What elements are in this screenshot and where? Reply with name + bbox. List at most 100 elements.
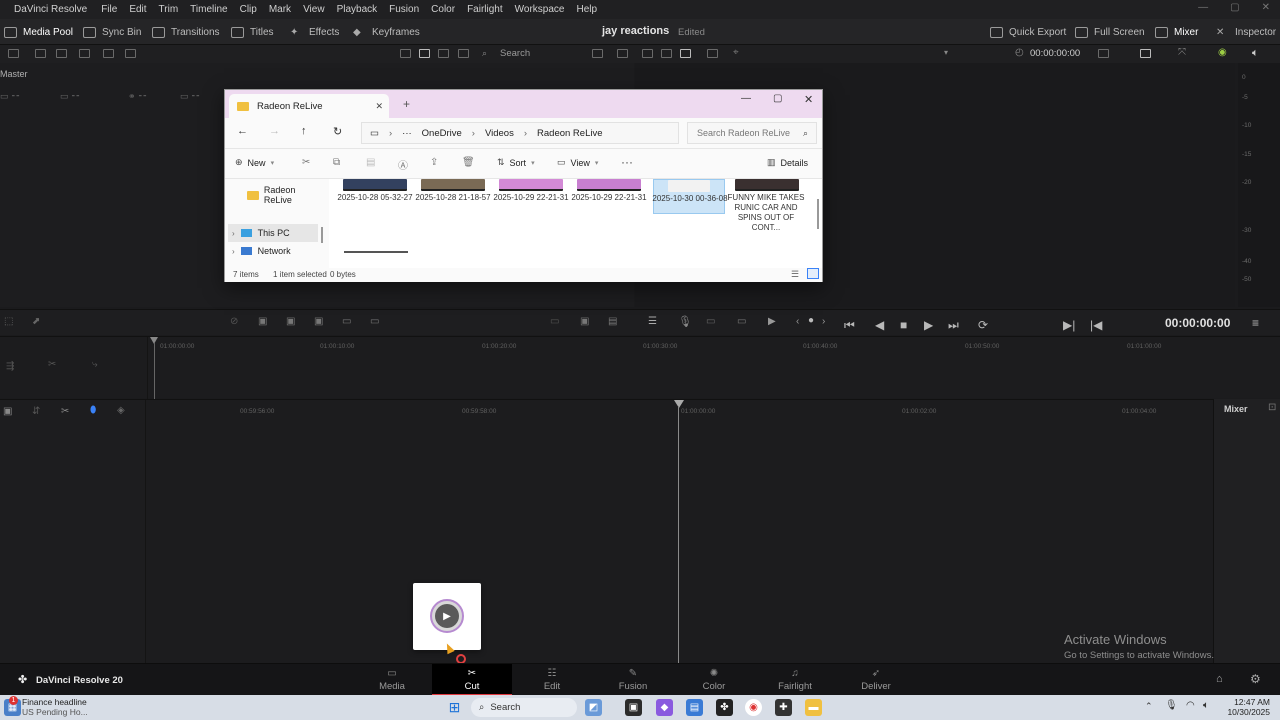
scissors-icon[interactable]: ✂: [48, 359, 56, 370]
file-explorer-icon[interactable]: ▬: [805, 699, 822, 716]
home-icon[interactable]: ⌂: [1216, 673, 1223, 685]
go-to-end-icon[interactable]: ⏭︎: [948, 318, 959, 333]
content-scrollbar[interactable]: [817, 199, 819, 229]
menu-timeline[interactable]: Timeline: [184, 4, 233, 15]
snapshot-icon[interactable]: ▣: [580, 316, 589, 327]
menu-workspace[interactable]: Workspace: [509, 4, 571, 15]
bin-toggle-icon[interactable]: ▭ ⁃⁃: [0, 91, 20, 102]
append-icon[interactable]: ▣: [258, 316, 267, 327]
color-wheel-icon[interactable]: ◉: [1218, 47, 1227, 58]
quick-export-button[interactable]: Quick Export: [990, 19, 1066, 45]
explorer-search-field[interactable]: Search Radeon ReLive ⌕: [687, 122, 817, 144]
minimize-icon[interactable]: —: [741, 93, 751, 104]
explorer-titlebar[interactable]: Radeon ReLive ✕ + — ▢ ✕: [225, 90, 822, 118]
upper-playhead[interactable]: [154, 343, 155, 399]
loop-playback-icon[interactable]: ⟳: [978, 318, 988, 332]
tiles-view-icon[interactable]: [807, 268, 819, 279]
play-icon[interactable]: ▶︎: [924, 318, 933, 332]
explorer-file-list[interactable]: 2025-10-28 05-32-27 2025-10-28 21-18-57 …: [329, 179, 822, 268]
new-tab-icon[interactable]: +: [403, 97, 410, 111]
link-icon[interactable]: [125, 49, 136, 58]
bin-icon[interactable]: [8, 49, 19, 58]
menu-color[interactable]: Color: [425, 4, 461, 15]
audio-track-icon[interactable]: ⇵: [32, 406, 40, 417]
sort-button[interactable]: ⇅ Sort ▾: [497, 157, 535, 168]
mixer-button[interactable]: Mixer: [1155, 19, 1198, 45]
mixer-expand-icon[interactable]: ⊡: [1268, 402, 1276, 413]
new-button[interactable]: ⊕ New ▾: [235, 157, 274, 168]
viewer-mode3-icon[interactable]: [680, 49, 691, 58]
clip-marker-icon[interactable]: ●: [808, 315, 814, 326]
audio-scrub-icon[interactable]: ▭: [706, 316, 715, 327]
sliders-icon[interactable]: ☰: [648, 316, 657, 327]
file-item[interactable]: FUNNY MIKE TAKES RUNIC CAR AND SPINS OUT…: [727, 179, 805, 239]
source-overwrite-icon[interactable]: ▭: [370, 316, 379, 327]
menu-file[interactable]: File: [95, 4, 123, 15]
scissors-icon[interactable]: ✂: [61, 406, 69, 417]
menu-view[interactable]: View: [297, 4, 331, 15]
task-view-icon[interactable]: ▣: [625, 699, 642, 716]
upper-timeline[interactable]: ⇶ ✂ ⤷ 01:00:00:00 01:00:10:00 01:00:20:0…: [0, 336, 1280, 399]
resolve-app-icon[interactable]: ✚: [775, 699, 792, 716]
file-item-selected[interactable]: 2025-10-30 00-36-08: [652, 179, 728, 214]
paste-icon[interactable]: ▤: [366, 157, 375, 168]
chevron-right-icon[interactable]: ›: [232, 247, 235, 256]
tray-chevron-icon[interactable]: ⌃: [1145, 701, 1153, 712]
page-tab-fairlight[interactable]: ♫ Fairlight: [755, 664, 835, 696]
close-up-icon[interactable]: ▣: [314, 316, 323, 327]
sidebar-item-this-pc[interactable]: › This PC: [228, 224, 318, 242]
close-icon[interactable]: ✕: [1262, 2, 1270, 13]
media-pool-button[interactable]: Media Pool: [4, 19, 73, 45]
maximize-icon[interactable]: ▢: [773, 93, 782, 104]
list-view-icon[interactable]: [438, 49, 449, 58]
delete-icon[interactable]: 🗑︎: [462, 157, 475, 168]
sync-icon[interactable]: [79, 49, 90, 58]
timeline-view-icon[interactable]: ▣: [3, 406, 12, 417]
page-tab-fusion[interactable]: ✎ Fusion: [593, 664, 673, 696]
widgets-icon[interactable]: ◩: [585, 699, 602, 716]
details-view-icon[interactable]: ☰: [791, 269, 799, 280]
loop-icon[interactable]: ▭: [737, 316, 746, 327]
import-icon[interactable]: [35, 49, 46, 58]
view-button[interactable]: ▭ View ▾: [557, 157, 598, 168]
crop-icon[interactable]: ⬚: [4, 316, 13, 327]
page-tab-deliver[interactable]: ➶ Deliver: [836, 664, 916, 696]
split-icon[interactable]: ▭: [550, 316, 559, 327]
file-item-partial[interactable]: [344, 251, 408, 257]
next-clip-icon[interactable]: ›: [822, 316, 825, 327]
menu-fusion[interactable]: Fusion: [383, 4, 425, 15]
viewer-mode2-icon[interactable]: [661, 49, 672, 58]
page-tab-color[interactable]: ✺ Color: [674, 664, 754, 696]
full-screen-button[interactable]: Full Screen: [1075, 19, 1145, 45]
metadata-icon[interactable]: ▭ ⁃⁃: [60, 91, 80, 102]
windows-start-icon[interactable]: ⊞: [446, 699, 463, 716]
volume-icon[interactable]: 🔈︎: [1252, 47, 1259, 60]
cut-icon[interactable]: ✂: [302, 157, 310, 168]
file-item[interactable]: 2025-10-29 22-21-31: [485, 179, 569, 227]
search-label[interactable]: Search: [500, 48, 530, 59]
page-tab-edit[interactable]: ☷ Edit: [512, 664, 592, 696]
store-icon[interactable]: ▤: [686, 699, 703, 716]
microphone-icon[interactable]: 🎙︎: [678, 315, 692, 328]
details-button[interactable]: ▥ Details: [767, 157, 808, 168]
sidebar-scrollbar[interactable]: [321, 227, 323, 243]
prev-clip-icon[interactable]: ‹: [796, 316, 799, 327]
place-on-top-icon[interactable]: ▭: [342, 316, 351, 327]
play-around-icon[interactable]: ▶︎: [768, 316, 776, 327]
wifi-icon[interactable]: ◠: [1186, 700, 1195, 711]
strip-view-icon[interactable]: [400, 49, 411, 58]
forward-arrow-icon[interactable]: →: [269, 125, 280, 137]
close-tab-icon[interactable]: ✕: [375, 101, 383, 112]
file-explorer-window[interactable]: Radeon ReLive ✕ + — ▢ ✕ ← → ↑ ↻ ▭ › ··· …: [224, 89, 823, 282]
chevron-down-icon[interactable]: ▾: [944, 48, 948, 57]
share-icon[interactable]: ⇪: [430, 157, 438, 168]
safe-area-icon[interactable]: [1098, 49, 1109, 58]
viewer-mode-icon[interactable]: [642, 49, 653, 58]
sort-icon[interactable]: [458, 49, 469, 58]
titles-button[interactable]: Titles: [231, 19, 274, 45]
menu-edit[interactable]: Edit: [123, 4, 152, 15]
filter-icon[interactable]: ⚭ ⁃⁃: [128, 91, 147, 102]
up-arrow-icon[interactable]: ↑: [301, 125, 307, 137]
gear-icon[interactable]: ⚙: [1250, 672, 1261, 686]
page-tab-media[interactable]: ▭ Media: [352, 664, 432, 696]
